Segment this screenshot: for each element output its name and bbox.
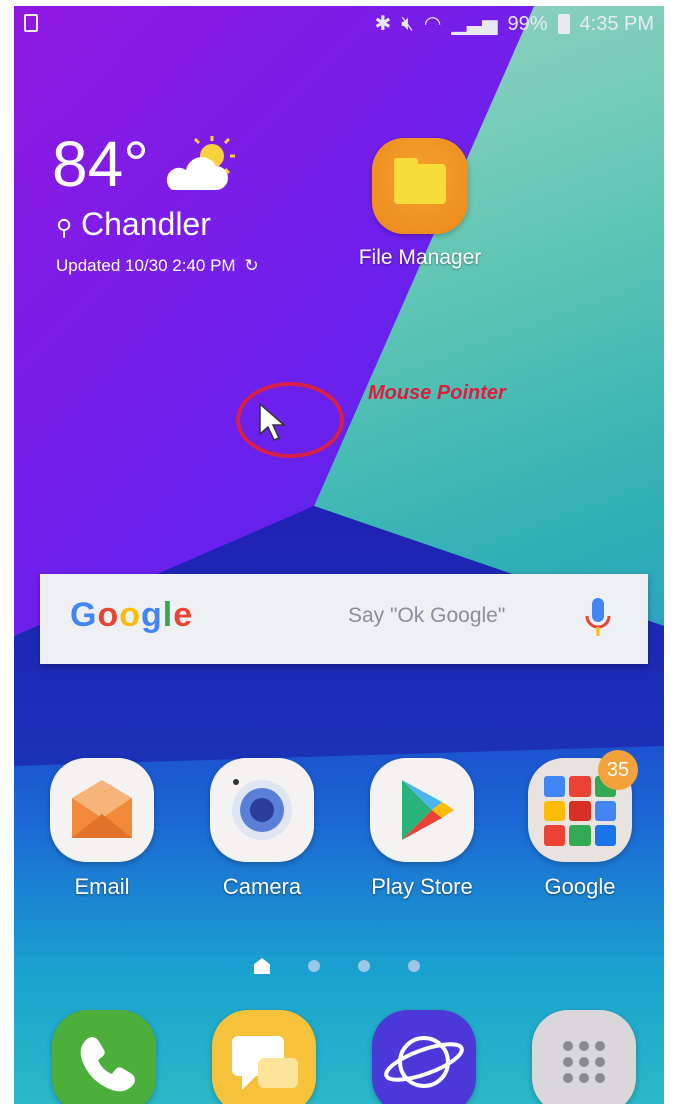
status-bar: ✱ 🔇︎ ◠ ▁▃▅ 99% 4:35 PM [14, 6, 664, 42]
refresh-icon[interactable]: ↻ [244, 256, 258, 275]
mic-icon[interactable] [582, 596, 614, 640]
mouse-pointer-icon [259, 402, 286, 441]
file-manager-app-icon[interactable] [372, 138, 468, 234]
phone-icon[interactable] [52, 1010, 156, 1104]
page-dot[interactable] [308, 960, 320, 972]
file-manager-label: File Manager [358, 246, 482, 269]
updated-label: Updated 10/30 2:40 PM [56, 256, 236, 275]
google-search-bar[interactable]: Google Say "Ok Google" [40, 574, 648, 664]
home-screen: ✱ 🔇︎ ◠ ▁▃▅ 99% 4:35 PM 84° ⚲ Chandler Up… [14, 6, 664, 1104]
battery-percent: 99% [507, 12, 548, 35]
partly-sunny-icon [166, 136, 235, 190]
page-dot[interactable] [358, 960, 370, 972]
location-pin-icon: ⚲ [56, 215, 73, 240]
app-google-folder[interactable]: 35 Google [520, 750, 640, 900]
google-folder-icon: 35 [528, 750, 638, 862]
sim-card-icon [24, 14, 38, 32]
annotation-circle [236, 382, 344, 458]
app-label: Google [544, 874, 616, 899]
weather-updated: Updated 10/30 2:40 PM ↻ [56, 256, 259, 276]
status-icons: ✱ 🔇︎ ◠ ▁▃▅ 99% 4:35 PM [375, 12, 655, 36]
page-indicator[interactable] [254, 958, 420, 974]
wifi-icon: ◠ [423, 13, 442, 35]
home-page-dot[interactable] [254, 958, 270, 974]
search-hint: Say "Ok Google" [348, 604, 506, 627]
app-email[interactable]: Email [42, 758, 162, 900]
app-label: Email [74, 874, 130, 899]
annotation-label: Mouse Pointer [368, 382, 506, 404]
mute-icon: 🔇︎ [401, 13, 414, 35]
play-store-icon [370, 758, 474, 862]
clock: 4:35 PM [579, 12, 654, 35]
folder-icon [394, 164, 446, 204]
apps-icon[interactable] [532, 1010, 636, 1104]
email-icon [50, 758, 154, 862]
google-logo: Google [70, 596, 194, 634]
messages-icon[interactable] [212, 1010, 316, 1104]
weather-widget[interactable]: 84° [52, 132, 149, 196]
app-label: Play Store [371, 874, 473, 899]
temperature: 84° [52, 128, 149, 200]
app-label: Camera [222, 874, 302, 899]
internet-icon[interactable] [372, 1010, 476, 1104]
notification-badge: 35 [598, 750, 638, 790]
signal-icon: ▁▃▅ [451, 13, 498, 35]
location-label: Chandler [81, 206, 211, 242]
camera-icon [210, 758, 314, 862]
page-dot[interactable] [408, 960, 420, 972]
app-camera[interactable]: Camera [202, 758, 322, 900]
battery-icon [557, 14, 570, 34]
bluetooth-icon: ✱ [374, 13, 392, 35]
app-play-store[interactable]: Play Store [362, 758, 482, 900]
weather-location[interactable]: ⚲ Chandler [56, 206, 211, 243]
